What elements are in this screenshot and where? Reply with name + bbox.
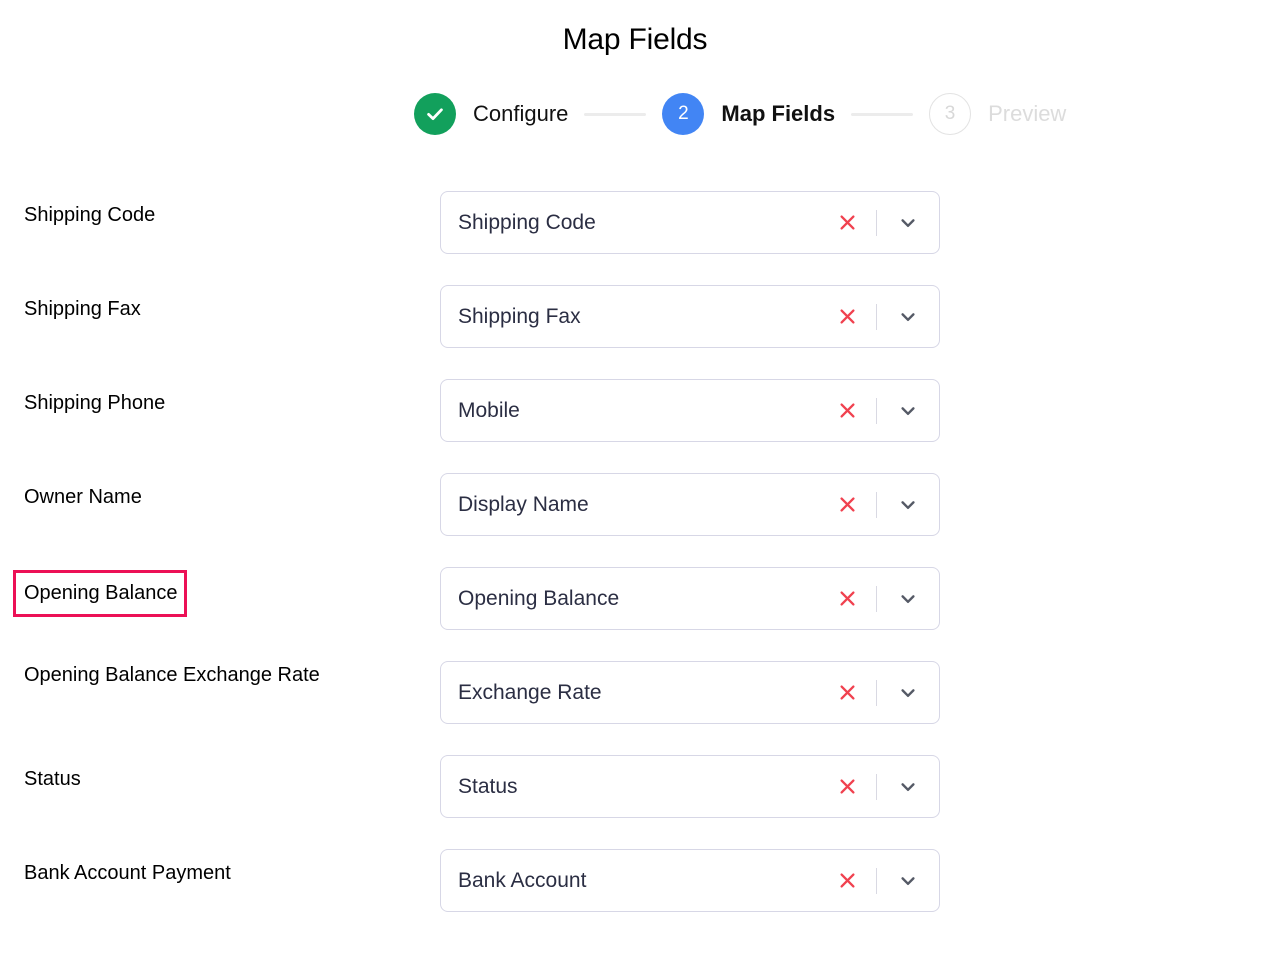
clear-selection-button[interactable] — [830, 770, 864, 804]
field-source-label-text: Status — [24, 768, 81, 790]
step-label-preview: Preview — [988, 101, 1066, 127]
step-badge-preview: 3 — [929, 93, 971, 135]
clear-selection-button[interactable] — [830, 488, 864, 522]
field-mapping-row-1: Shipping Fax Shipping Fax — [0, 271, 1270, 365]
field-mapping-row-3: Owner Name Display Name — [0, 459, 1270, 553]
field-source-label-text: Opening Balance Exchange Rate — [24, 664, 320, 686]
clear-selection-button[interactable] — [830, 300, 864, 334]
page-title: Map Fields — [0, 21, 1270, 59]
close-x-icon — [838, 871, 857, 890]
open-dropdown-button[interactable] — [890, 675, 926, 711]
field-mapping-row-5: Opening Balance Exchange Rate Exchange R… — [0, 647, 1270, 741]
stepper-step-preview[interactable]: 3 Preview — [929, 94, 1066, 134]
chevron-down-icon — [898, 307, 918, 327]
field-target-value: Status — [441, 774, 830, 800]
field-target-value: Exchange Rate — [441, 680, 830, 706]
field-target-select[interactable]: Display Name — [440, 473, 940, 536]
select-divider — [876, 398, 877, 424]
field-mapping-row-0: Shipping Code Shipping Code — [0, 177, 1270, 271]
clipped-field-mask — [430, 155, 950, 177]
select-divider — [876, 210, 877, 236]
page-header: Map Fields Configure 2 Map Fields 3 Prev… — [0, 0, 1270, 177]
field-source-label: Shipping Fax — [24, 289, 414, 330]
select-divider — [876, 774, 877, 800]
field-mapping-list[interactable]: Shipping Code Shipping Code — [0, 177, 1270, 966]
field-mapping-row-7: Bank Account Payment Bank Account — [0, 835, 1270, 929]
field-mapping-row-4: Opening Balance Opening Balance — [0, 553, 1270, 647]
field-mapping-row-6: Status Status — [0, 741, 1270, 835]
field-mapping-row-2: Shipping Phone Mobile — [0, 365, 1270, 459]
open-dropdown-button[interactable] — [890, 487, 926, 523]
check-icon — [424, 103, 446, 125]
open-dropdown-button[interactable] — [890, 769, 926, 805]
select-divider — [876, 680, 877, 706]
field-source-label-text: Shipping Fax — [24, 298, 141, 320]
step-label-map-fields: Map Fields — [721, 101, 835, 127]
step-badge-map-fields: 2 — [662, 93, 704, 135]
open-dropdown-button[interactable] — [890, 393, 926, 429]
close-x-icon — [838, 213, 857, 232]
close-x-icon — [838, 777, 857, 796]
open-dropdown-button[interactable] — [890, 205, 926, 241]
field-target-select[interactable]: Bank Account — [440, 849, 940, 912]
clear-selection-button[interactable] — [830, 864, 864, 898]
chevron-down-icon — [898, 495, 918, 515]
step-label-configure: Configure — [473, 101, 568, 127]
step-badge-configure — [414, 93, 456, 135]
field-target-select[interactable]: Status — [440, 755, 940, 818]
clear-selection-button[interactable] — [830, 394, 864, 428]
field-source-label-text: Bank Account Payment — [24, 862, 231, 884]
open-dropdown-button[interactable] — [890, 299, 926, 335]
close-x-icon — [838, 401, 857, 420]
field-target-select[interactable]: Mobile — [440, 379, 940, 442]
select-divider — [876, 492, 877, 518]
open-dropdown-button[interactable] — [890, 863, 926, 899]
stepper-connector-2 — [851, 113, 913, 116]
field-source-label: Shipping Code — [24, 195, 414, 236]
chevron-down-icon — [898, 213, 918, 233]
chevron-down-icon — [898, 589, 918, 609]
clear-selection-button[interactable] — [830, 582, 864, 616]
close-x-icon — [838, 495, 857, 514]
close-x-icon — [838, 683, 857, 702]
field-target-value: Opening Balance — [441, 586, 830, 612]
field-target-value: Bank Account — [441, 868, 830, 894]
chevron-down-icon — [898, 777, 918, 797]
clear-selection-button[interactable] — [830, 206, 864, 240]
field-source-label-text: Opening Balance — [13, 570, 187, 617]
field-source-label-highlighted: Opening Balance — [24, 571, 414, 617]
select-divider — [876, 586, 877, 612]
field-source-label: Opening Balance Exchange Rate — [24, 655, 414, 696]
field-source-label-text: Shipping Phone — [24, 392, 165, 414]
clear-selection-button[interactable] — [830, 676, 864, 710]
field-source-label-text: Owner Name — [24, 486, 142, 508]
field-target-value: Display Name — [441, 492, 830, 518]
open-dropdown-button[interactable] — [890, 581, 926, 617]
stepper-step-map-fields[interactable]: 2 Map Fields — [662, 94, 835, 134]
field-target-select[interactable]: Shipping Fax — [440, 285, 940, 348]
field-source-label: Shipping Phone — [24, 383, 414, 424]
field-target-select[interactable]: Exchange Rate — [440, 661, 940, 724]
chevron-down-icon — [898, 871, 918, 891]
stepper-step-configure[interactable]: Configure — [414, 94, 568, 134]
stepper-connector-1 — [584, 113, 646, 116]
chevron-down-icon — [898, 683, 918, 703]
field-target-value: Shipping Code — [441, 210, 830, 236]
chevron-down-icon — [898, 401, 918, 421]
field-target-value: Shipping Fax — [441, 304, 830, 330]
field-source-label: Owner Name — [24, 477, 414, 518]
wizard-stepper: Configure 2 Map Fields 3 Preview — [414, 94, 1066, 134]
field-source-label-text: Shipping Code — [24, 204, 155, 226]
field-source-label: Status — [24, 759, 414, 800]
close-x-icon — [838, 307, 857, 326]
field-target-select[interactable]: Shipping Code — [440, 191, 940, 254]
field-target-select[interactable]: Opening Balance — [440, 567, 940, 630]
select-divider — [876, 868, 877, 894]
field-source-label: Bank Account Payment — [24, 853, 414, 894]
select-divider — [876, 304, 877, 330]
field-target-value: Mobile — [441, 398, 830, 424]
close-x-icon — [838, 589, 857, 608]
